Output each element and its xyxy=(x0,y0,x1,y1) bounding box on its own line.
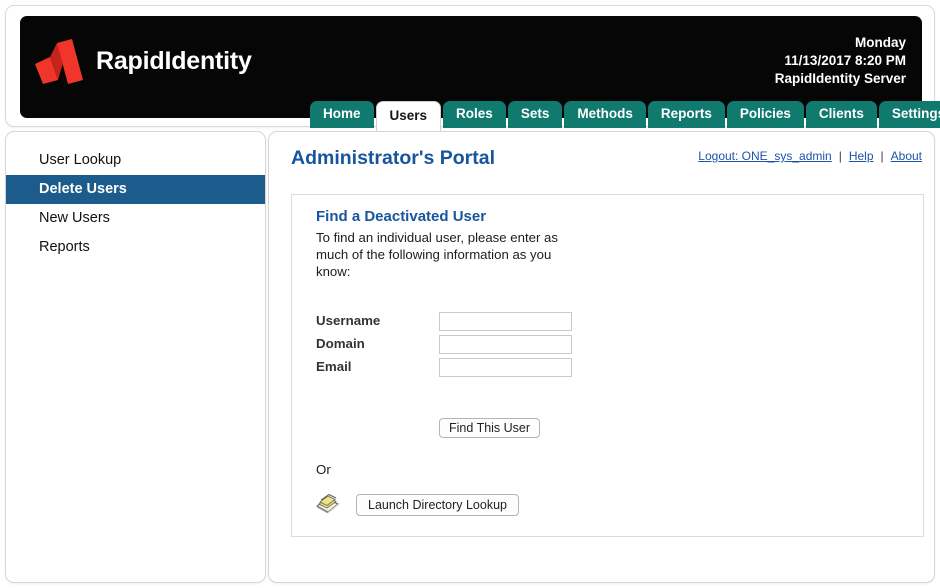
header-server: RapidIdentity Server xyxy=(774,71,906,86)
or-text: Or xyxy=(316,462,331,477)
sidebar-item-new-users[interactable]: New Users xyxy=(6,204,265,233)
main-nav-tabs: Home Users Roles Sets Methods Reports Po… xyxy=(310,100,940,131)
tab-users[interactable]: Users xyxy=(375,101,442,131)
tab-policies[interactable]: Policies xyxy=(726,101,804,128)
page-title: Administrator's Portal xyxy=(291,147,496,169)
sidebar-item-user-lookup[interactable]: User Lookup xyxy=(6,146,265,175)
logout-link[interactable]: Logout: ONE_sys_admin xyxy=(698,149,831,163)
username-input[interactable] xyxy=(439,312,572,331)
domain-input[interactable] xyxy=(439,335,572,354)
email-input[interactable] xyxy=(439,358,572,377)
directory-book-icon xyxy=(314,491,340,515)
card-title: Find a Deactivated User xyxy=(316,208,487,225)
card-description: To find an individual user, please enter… xyxy=(316,230,558,279)
top-links: Logout: ONE_sys_admin | Help | About xyxy=(698,149,922,163)
tab-clients[interactable]: Clients xyxy=(805,101,877,128)
username-label: Username xyxy=(316,313,381,328)
link-separator-1: | xyxy=(838,149,842,163)
find-deactivated-user-card: Find a Deactivated User To find an indiv… xyxy=(291,194,924,537)
link-separator-2: | xyxy=(880,149,884,163)
header-datetime: 11/13/2017 8:20 PM xyxy=(784,53,906,68)
rapididentity-logo-icon xyxy=(32,36,92,86)
brand-name: RapidIdentity xyxy=(96,47,252,75)
tab-methods[interactable]: Methods xyxy=(564,101,646,128)
find-this-user-button[interactable]: Find This User xyxy=(439,418,541,438)
tab-sets[interactable]: Sets xyxy=(507,101,563,128)
header-day: Monday xyxy=(854,35,906,50)
email-label: Email xyxy=(316,359,352,374)
header-meta: Monday 11/13/2017 8:20 PM RapidIdentity … xyxy=(775,34,906,88)
tab-reports[interactable]: Reports xyxy=(647,101,725,128)
sidebar-list: User Lookup Delete Users New Users Repor… xyxy=(6,146,265,262)
app-window: RapidIdentity Monday 11/13/2017 8:20 PM … xyxy=(0,0,940,588)
tab-roles[interactable]: Roles xyxy=(443,101,506,128)
content-panel: Administrator's Portal Logout: ONE_sys_a… xyxy=(268,131,935,583)
tab-settings[interactable]: Settings xyxy=(878,101,940,128)
sidebar-item-reports[interactable]: Reports xyxy=(6,233,265,262)
tab-home[interactable]: Home xyxy=(310,101,374,128)
help-link[interactable]: Help xyxy=(849,149,874,163)
sidebar-panel: User Lookup Delete Users New Users Repor… xyxy=(5,131,266,583)
domain-label: Domain xyxy=(316,336,365,351)
launch-directory-lookup-button[interactable]: Launch Directory Lookup xyxy=(356,494,519,516)
sidebar-item-delete-users[interactable]: Delete Users xyxy=(6,175,265,204)
about-link[interactable]: About xyxy=(891,149,922,163)
